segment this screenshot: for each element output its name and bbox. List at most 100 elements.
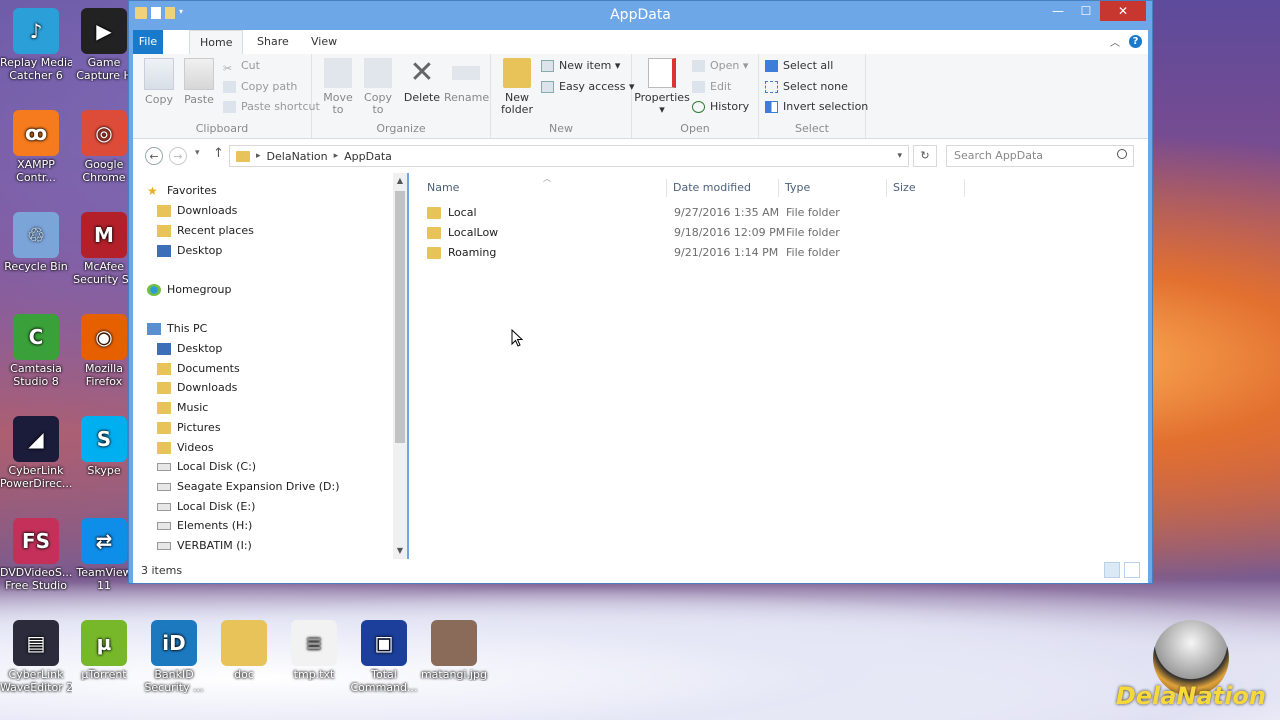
paste-shortcut-button[interactable]: Paste shortcut: [223, 98, 320, 116]
column-date-modified[interactable]: Date modified: [667, 179, 779, 197]
nav-fav-item[interactable]: Desktop: [133, 241, 393, 261]
nav-pc-item[interactable]: VERBATIM (I:): [133, 536, 393, 556]
copy-path-button[interactable]: Copy path: [223, 78, 297, 96]
desktop-icon[interactable]: ◢ CyberLink PowerDirec...: [0, 416, 72, 490]
easy-access-button[interactable]: Easy access ▾: [541, 78, 635, 96]
delete-button[interactable]: ✕ Delete: [400, 58, 444, 104]
collapse-ribbon-icon[interactable]: ︿: [1110, 34, 1120, 49]
recent-locations-icon[interactable]: ▾: [195, 148, 200, 158]
select-none-label: Select none: [783, 80, 848, 93]
new-item-button[interactable]: New item ▾: [541, 57, 620, 75]
desktop-icon[interactable]: iD BankID Security ...: [138, 620, 210, 694]
maximize-button[interactable]: ☐: [1072, 1, 1100, 21]
nav-pc-item[interactable]: Local Disk (E:): [133, 497, 393, 517]
copy-button[interactable]: Copy: [137, 58, 181, 106]
history-button[interactable]: History: [692, 98, 749, 116]
desktop-icon[interactable]: matangi.jpg: [418, 620, 490, 681]
desktop-icon-label: XAMPP: [17, 158, 55, 171]
table-row[interactable]: Roaming 9/21/2016 1:14 PM File folder: [421, 243, 1148, 263]
scroll-down-icon[interactable]: ▼: [393, 543, 407, 559]
table-row[interactable]: Local 9/27/2016 1:35 AM File folder: [421, 203, 1148, 223]
column-type[interactable]: Type: [779, 179, 887, 197]
refresh-button[interactable]: ↻: [913, 145, 937, 167]
nav-pc-item[interactable]: Documents: [133, 359, 393, 379]
desktop-icon-label-2: WaveEditor 2: [0, 681, 72, 694]
app-icon: FS: [13, 518, 59, 564]
nav-scrollbar[interactable]: ▲ ▼: [393, 173, 407, 559]
nav-pc-item[interactable]: Desktop: [133, 339, 393, 359]
desktop-icon[interactable]: µ µTorrent: [68, 620, 140, 681]
up-arrow-icon[interactable]: ↑: [213, 146, 224, 161]
copy-path-icon: [223, 81, 236, 93]
address-bar[interactable]: ▸ DelaNation ▸ AppData ▾: [229, 145, 909, 167]
edit-button[interactable]: Edit: [692, 78, 731, 96]
scroll-thumb[interactable]: [395, 191, 405, 443]
desktop-icon[interactable]: doc: [208, 620, 280, 681]
nav-pc-item[interactable]: Music: [133, 398, 393, 418]
paste-button[interactable]: Paste: [177, 58, 221, 106]
breadcrumb-delanation[interactable]: DelaNation: [267, 150, 328, 163]
desktop-icon[interactable]: C Camtasia Studio 8: [0, 314, 72, 388]
select-all-button[interactable]: Select all: [765, 57, 833, 75]
forward-button[interactable]: →: [169, 147, 187, 165]
copy-to-icon: [364, 58, 392, 88]
app-icon: ▣: [361, 620, 407, 666]
open-button[interactable]: Open ▾: [692, 57, 748, 75]
nav-favorites[interactable]: ★ Favorites: [133, 181, 393, 201]
copy-to-button[interactable]: Copy to: [356, 58, 400, 116]
nav-fav-item[interactable]: Downloads: [133, 201, 393, 221]
close-button[interactable]: ✕: [1100, 1, 1146, 21]
group-select: Select all Select none Invert selection …: [759, 54, 868, 138]
column-size[interactable]: Size: [887, 179, 965, 197]
nav-homegroup[interactable]: Homegroup: [133, 280, 393, 300]
nav-pc-item[interactable]: Videos: [133, 438, 393, 458]
nav-pc-item[interactable]: Local Disk (C:): [133, 457, 393, 477]
back-button[interactable]: ←: [145, 147, 163, 165]
details-view-icon[interactable]: [1104, 562, 1120, 578]
desktop-icon[interactable]: ♲ Recycle Bin: [0, 212, 72, 273]
desktop-icon[interactable]: ▣ Total Command...: [348, 620, 420, 694]
select-none-icon: [765, 81, 778, 93]
scroll-up-icon[interactable]: ▲: [393, 173, 407, 189]
desktop-icon[interactable]: ꝏ XAMPP Contr...: [0, 110, 72, 184]
documents-icon: [157, 362, 171, 375]
properties-button[interactable]: Properties ▾: [634, 58, 690, 116]
desktop-icon[interactable]: ≡ tmp.txt: [278, 620, 350, 681]
title-bar[interactable]: ▾ AppData — ☐ ✕: [129, 1, 1152, 29]
minimize-button[interactable]: —: [1044, 1, 1072, 21]
nav-fav-item[interactable]: Recent places: [133, 221, 393, 241]
tab-view[interactable]: View: [301, 30, 347, 54]
tab-file[interactable]: File: [133, 30, 163, 54]
nav-this-pc[interactable]: This PC: [133, 319, 393, 339]
rename-button[interactable]: Rename: [444, 58, 489, 104]
chevron-down-icon[interactable]: ▾: [897, 151, 902, 161]
cut-button[interactable]: ✂ Cut: [223, 57, 260, 75]
nav-pc-item[interactable]: Seagate Expansion Drive (D:): [133, 477, 393, 497]
file-name: LocalLow: [448, 226, 499, 239]
help-icon[interactable]: ?: [1129, 35, 1142, 48]
homegroup-icon: [147, 284, 161, 296]
desktop-icon[interactable]: FS DVDVideoS... Free Studio: [0, 518, 72, 592]
breadcrumb-appdata[interactable]: AppData: [344, 150, 392, 163]
table-row[interactable]: LocalLow 9/18/2016 12:09 PM File folder: [421, 223, 1148, 243]
tab-home[interactable]: Home: [189, 30, 244, 55]
desktop-icon[interactable]: ♪ Replay Media Catcher 6: [0, 8, 72, 82]
desktop-icon[interactable]: ▤ CyberLink WaveEditor 2: [0, 620, 72, 694]
item-count: 3 items: [141, 564, 183, 577]
new-folder-button[interactable]: New folder: [495, 58, 539, 116]
tab-share[interactable]: Share: [247, 30, 299, 54]
drive-icon: [157, 522, 171, 531]
select-none-button[interactable]: Select none: [765, 78, 848, 96]
search-input[interactable]: Search AppData: [946, 145, 1134, 167]
invert-selection-button[interactable]: Invert selection: [765, 98, 868, 116]
nav-label: Desktop: [177, 244, 223, 257]
large-icons-view-icon[interactable]: [1124, 562, 1140, 578]
column-name[interactable]: Name: [421, 179, 667, 197]
nav-pc-item[interactable]: Downloads: [133, 378, 393, 398]
nav-pc-item[interactable]: Elements (H:): [133, 516, 393, 536]
move-to-button[interactable]: Move to: [316, 58, 360, 116]
nav-label: Desktop: [177, 342, 223, 355]
select-group-label: Select: [795, 122, 829, 135]
folder-icon: [427, 247, 441, 259]
nav-pc-item[interactable]: Pictures: [133, 418, 393, 438]
